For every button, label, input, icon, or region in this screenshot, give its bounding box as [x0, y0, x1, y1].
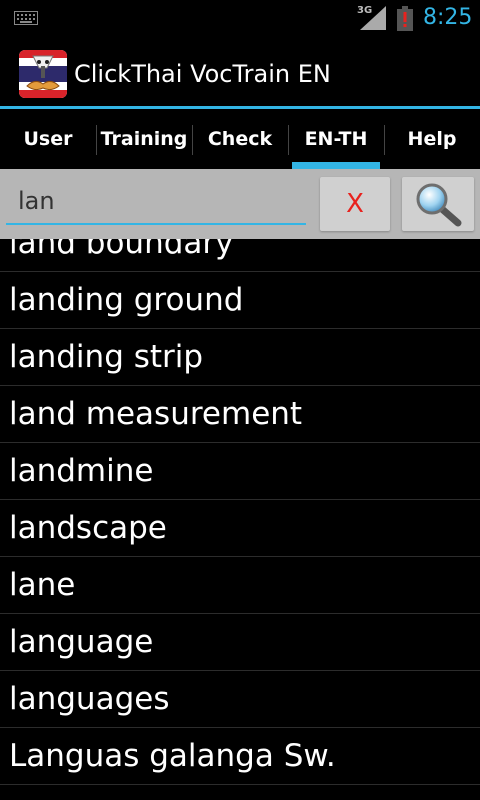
list-item[interactable]: landing ground	[0, 272, 480, 329]
signal-strength-icon	[360, 6, 386, 30]
tab-bar: User Training Check EN-TH Help	[0, 109, 480, 169]
list-item[interactable]: land measurement	[0, 386, 480, 443]
clear-button[interactable]: X	[320, 177, 390, 231]
tab-help[interactable]: Help	[384, 109, 480, 169]
app-title-bar: ClickThai VocTrain EN	[0, 38, 480, 109]
list-item[interactable]: land boundary	[0, 239, 480, 272]
tab-en-th[interactable]: EN-TH	[288, 109, 384, 169]
tab-check[interactable]: Check	[192, 109, 288, 169]
status-bar: 3G 8:25	[0, 0, 480, 38]
battery-low-icon	[397, 6, 413, 31]
thai-flag-face-icon[interactable]	[19, 50, 67, 98]
search-bar: X	[0, 169, 480, 239]
list-item[interactable]: lane	[0, 557, 480, 614]
app-title: ClickThai VocTrain EN	[74, 60, 331, 88]
list-item[interactable]: language	[0, 614, 480, 671]
keyboard-icon	[14, 11, 38, 25]
list-item[interactable]: Languas galanga Sw.	[0, 728, 480, 785]
search-input[interactable]	[6, 179, 306, 225]
list-item[interactable]: languages	[0, 671, 480, 728]
tab-training[interactable]: Training	[96, 109, 192, 169]
tab-user[interactable]: User	[0, 109, 96, 169]
list-item[interactable]: landscape	[0, 500, 480, 557]
word-list-items: land boundary landing ground landing str…	[0, 239, 480, 785]
word-list[interactable]: land boundary landing ground landing str…	[0, 239, 480, 800]
magnifier-icon	[416, 183, 462, 227]
list-item[interactable]: landmine	[0, 443, 480, 500]
list-item[interactable]: landing strip	[0, 329, 480, 386]
search-button[interactable]	[402, 177, 474, 231]
status-clock: 8:25	[423, 5, 473, 30]
